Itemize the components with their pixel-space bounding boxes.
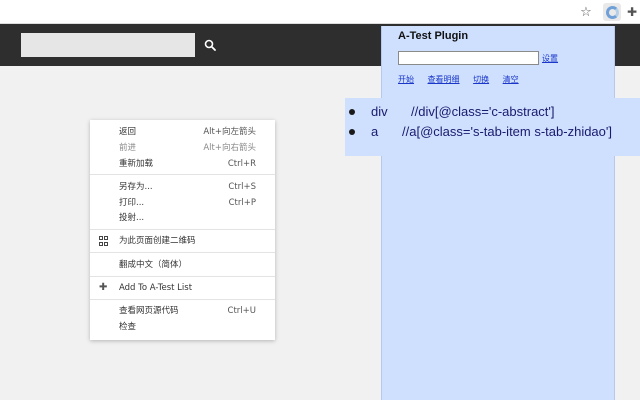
extension-icon[interactable] — [603, 3, 621, 21]
start-link[interactable]: 开始 — [398, 75, 414, 84]
search-input[interactable] — [21, 33, 195, 57]
search-icon — [204, 39, 216, 51]
menu-separator — [90, 276, 275, 277]
menu-separator — [90, 174, 275, 175]
list-item[interactable]: div //div[@class='c-abstract'] — [345, 102, 640, 122]
menu-item-save-as[interactable]: 另存为... Ctrl+S — [90, 180, 275, 194]
xpath-result-list: div //div[@class='c-abstract'] a //a[@cl… — [345, 98, 640, 156]
menu-item-create-qr[interactable]: 为此页面创建二维码 — [90, 234, 275, 248]
bullet-icon — [349, 129, 355, 135]
menu-separator — [90, 229, 275, 230]
switch-link[interactable]: 切换 — [473, 75, 489, 84]
puzzle-icon: ✚ — [99, 282, 108, 293]
menu-item-reload[interactable]: 重新加载 Ctrl+R — [90, 157, 275, 171]
menu-item-translate[interactable]: 翻成中文（简体） — [90, 258, 275, 272]
browser-toolbar: ☆ ✚ — [0, 0, 640, 24]
extension-popup: A-Test Plugin 设置 开始 查看明细 切换 清空 — [381, 26, 615, 400]
menu-separator — [90, 299, 275, 300]
menu-item-cast[interactable]: 投射... — [90, 211, 275, 225]
menu-item-add-to-atest[interactable]: ✚ Add To A-Test List — [90, 281, 275, 295]
settings-link[interactable]: 设置 — [542, 53, 558, 64]
puzzle-icon[interactable]: ✚ — [623, 3, 640, 21]
menu-item-forward[interactable]: 前进 Alt+向右箭头 — [90, 141, 275, 155]
star-icon[interactable]: ☆ — [577, 3, 595, 21]
search-button[interactable] — [196, 33, 224, 57]
popup-input[interactable] — [398, 51, 539, 65]
view-details-link[interactable]: 查看明细 — [428, 75, 460, 84]
popup-links: 开始 查看明细 切换 清空 — [398, 74, 530, 85]
menu-item-back[interactable]: 返回 Alt+向左箭头 — [90, 125, 275, 139]
context-menu: 返回 Alt+向左箭头 前进 Alt+向右箭头 重新加载 Ctrl+R 另存为.… — [90, 120, 275, 340]
menu-item-print[interactable]: 打印... Ctrl+P — [90, 196, 275, 210]
list-item[interactable]: a //a[@class='s-tab-item s-tab-zhidao'] — [345, 122, 640, 142]
popup-title: A-Test Plugin — [398, 30, 469, 42]
bullet-icon — [349, 109, 355, 115]
menu-item-view-source[interactable]: 查看网页源代码 Ctrl+U — [90, 304, 275, 318]
clear-link[interactable]: 清空 — [503, 75, 519, 84]
qr-code-icon — [99, 236, 109, 246]
menu-item-inspect[interactable]: 检查 — [90, 320, 275, 334]
menu-separator — [90, 252, 275, 253]
